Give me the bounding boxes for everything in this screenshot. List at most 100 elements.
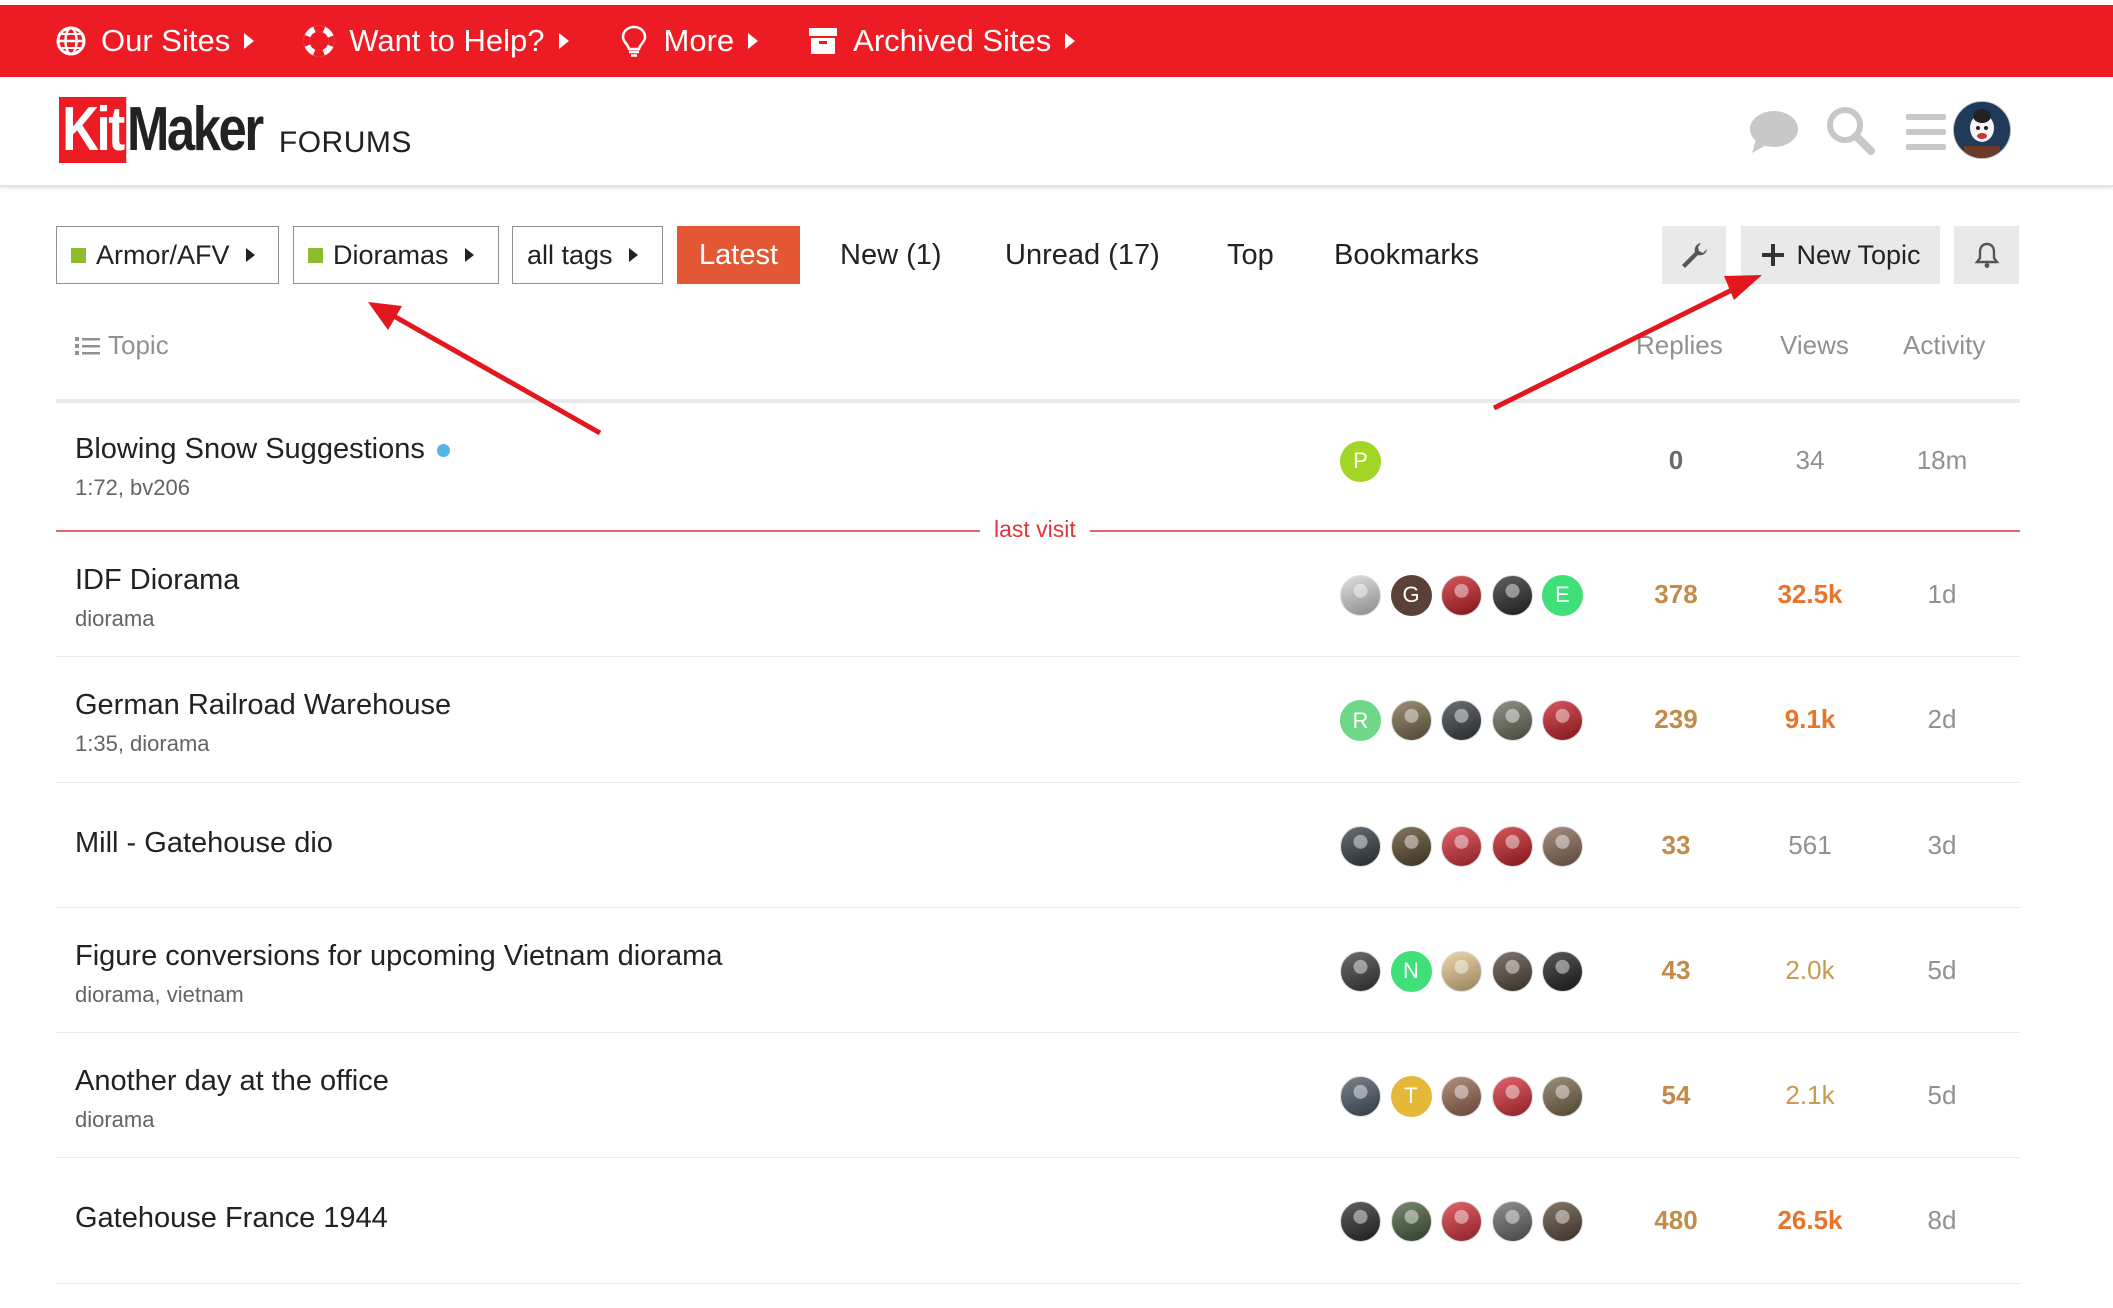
category-dropdown[interactable]: Armor/AFV xyxy=(56,226,279,284)
topic-title[interactable]: Blowing Snow Suggestions xyxy=(75,433,450,466)
our-sites-menu[interactable]: Our Sites xyxy=(54,5,255,77)
poster-avatar[interactable] xyxy=(1441,950,1482,992)
activity-age[interactable]: 1d xyxy=(1882,579,2002,610)
topic-posters: T xyxy=(1340,1075,1593,1117)
subcategory-label: Dioramas xyxy=(333,239,449,270)
caret-right-icon xyxy=(464,248,474,262)
new-topic-dot-icon xyxy=(436,443,450,457)
poster-avatar[interactable] xyxy=(1441,1075,1482,1117)
topic-tags[interactable]: 1:72, bv206 xyxy=(75,475,190,501)
search-icon[interactable] xyxy=(1822,102,1878,158)
tab-bookmarks[interactable]: Bookmarks xyxy=(1334,226,1479,284)
replies-count[interactable]: 43 xyxy=(1616,955,1736,986)
replies-count[interactable]: 480 xyxy=(1616,1205,1736,1236)
poster-avatar[interactable] xyxy=(1542,1075,1583,1117)
views-column-header[interactable]: Views xyxy=(1780,330,1849,361)
topic-title[interactable]: Another day at the office xyxy=(75,1065,389,1098)
poster-avatar[interactable]: P xyxy=(1340,440,1381,482)
poster-avatar[interactable] xyxy=(1390,825,1432,867)
poster-avatar[interactable] xyxy=(1491,950,1533,992)
topic-title[interactable]: German Railroad Warehouse xyxy=(75,689,451,722)
topic-tags[interactable]: 1:35, diorama xyxy=(75,731,210,757)
tab-unread[interactable]: Unread (17) xyxy=(1005,226,1160,284)
kitmaker-logo[interactable]: Kit Maker FORUMS xyxy=(59,97,412,163)
poster-avatar[interactable] xyxy=(1441,574,1482,616)
poster-avatar[interactable] xyxy=(1441,825,1482,867)
want-to-help-menu[interactable]: Want to Help? xyxy=(302,5,569,77)
chat-icon[interactable] xyxy=(1746,104,1802,160)
topic-column-header[interactable]: Topic xyxy=(74,330,169,361)
topic-title[interactable]: Mill - Gatehouse dio xyxy=(75,827,333,860)
poster-avatar[interactable]: N xyxy=(1390,950,1432,992)
poster-avatar[interactable] xyxy=(1491,1075,1533,1117)
topic-row[interactable]: Mill - Gatehouse dio 33 561 3d xyxy=(56,783,2020,908)
topic-posters: GE xyxy=(1340,574,1593,616)
activity-age[interactable]: 3d xyxy=(1882,830,2002,861)
activity-age[interactable]: 2d xyxy=(1882,704,2002,735)
activity-age[interactable]: 5d xyxy=(1882,955,2002,986)
views-count: 26.5k xyxy=(1777,1205,1843,1235)
logo-kit: Kit xyxy=(59,97,126,163)
notifications-button[interactable] xyxy=(1954,226,2019,284)
admin-wrench-button[interactable] xyxy=(1662,226,1726,284)
archived-sites-menu[interactable]: Archived Sites xyxy=(806,5,1076,77)
poster-avatar[interactable] xyxy=(1390,1201,1432,1242)
poster-avatar[interactable] xyxy=(1542,825,1583,867)
hamburger-menu-icon[interactable] xyxy=(1898,104,1954,160)
poster-avatar[interactable] xyxy=(1340,574,1381,616)
poster-avatar[interactable] xyxy=(1441,700,1482,741)
replies-count[interactable]: 378 xyxy=(1616,579,1736,610)
poster-avatar[interactable] xyxy=(1542,1201,1583,1242)
replies-count[interactable]: 33 xyxy=(1616,830,1736,861)
poster-avatar[interactable]: T xyxy=(1390,1075,1432,1117)
activity-age[interactable]: 18m xyxy=(1882,445,2002,476)
activity-column-header[interactable]: Activity xyxy=(1903,330,1985,361)
topic-row[interactable]: Gatehouse France 1944 480 26.5k 8d xyxy=(56,1158,2020,1284)
topic-title[interactable]: Figure conversions for upcoming Vietnam … xyxy=(75,940,722,973)
topic-tags[interactable]: diorama, vietnam xyxy=(75,982,244,1008)
replies-count[interactable]: 0 xyxy=(1616,445,1736,476)
replies-count[interactable]: 239 xyxy=(1616,704,1736,735)
topic-title[interactable]: IDF Diorama xyxy=(75,564,239,597)
new-topic-button[interactable]: New Topic xyxy=(1741,226,1940,284)
caret-right-icon xyxy=(748,33,759,49)
new-topic-label: New Topic xyxy=(1796,239,1921,270)
more-menu[interactable]: More xyxy=(617,5,759,77)
topic-tags[interactable]: diorama xyxy=(75,1107,154,1133)
poster-avatar[interactable] xyxy=(1542,700,1583,741)
poster-avatar[interactable] xyxy=(1491,574,1533,616)
poster-avatar[interactable]: E xyxy=(1542,574,1583,616)
caret-right-icon xyxy=(245,248,255,262)
activity-age[interactable]: 5d xyxy=(1882,1080,2002,1111)
topic-row[interactable]: Figure conversions for upcoming Vietnam … xyxy=(56,908,2020,1033)
user-avatar[interactable] xyxy=(1953,101,2011,159)
poster-avatar[interactable]: G xyxy=(1390,574,1432,616)
poster-avatar[interactable] xyxy=(1542,950,1583,992)
poster-avatar[interactable] xyxy=(1340,950,1381,992)
tab-latest[interactable]: Latest xyxy=(677,226,800,284)
poster-avatar[interactable]: R xyxy=(1340,700,1381,741)
activity-age[interactable]: 8d xyxy=(1882,1205,2002,1236)
poster-avatar[interactable] xyxy=(1340,1075,1381,1117)
replies-count[interactable]: 54 xyxy=(1616,1080,1736,1111)
tab-top[interactable]: Top xyxy=(1227,226,1274,284)
topic-row[interactable]: IDF Diorama diorama G E 378 32.5k 1d xyxy=(56,532,2020,657)
poster-avatar[interactable] xyxy=(1390,700,1432,741)
tab-new[interactable]: New (1) xyxy=(840,226,942,284)
poster-avatar[interactable] xyxy=(1340,1201,1381,1242)
replies-column-header[interactable]: Replies xyxy=(1636,330,1723,361)
topic-row[interactable]: Another day at the office diorama T 54 2.1k 5… xyxy=(56,1033,2020,1158)
tags-dropdown[interactable]: all tags xyxy=(512,226,663,284)
poster-avatar[interactable] xyxy=(1340,825,1381,867)
topic-tags[interactable]: diorama xyxy=(75,606,154,632)
poster-avatar[interactable] xyxy=(1491,825,1533,867)
poster-avatar[interactable] xyxy=(1441,1201,1482,1242)
topic-row[interactable]: German Railroad Warehouse 1:35, diorama R 2… xyxy=(56,657,2020,783)
caret-right-icon xyxy=(244,33,255,49)
views-count: 561 xyxy=(1788,829,1832,860)
poster-avatar[interactable] xyxy=(1491,700,1533,741)
subcategory-dropdown[interactable]: Dioramas xyxy=(293,226,499,284)
topic-row[interactable]: Blowing Snow Suggestions 1:72, bv206 P 0 34 1… xyxy=(56,403,2020,530)
poster-avatar[interactable] xyxy=(1491,1201,1533,1242)
topic-title[interactable]: Gatehouse France 1944 xyxy=(75,1202,388,1235)
